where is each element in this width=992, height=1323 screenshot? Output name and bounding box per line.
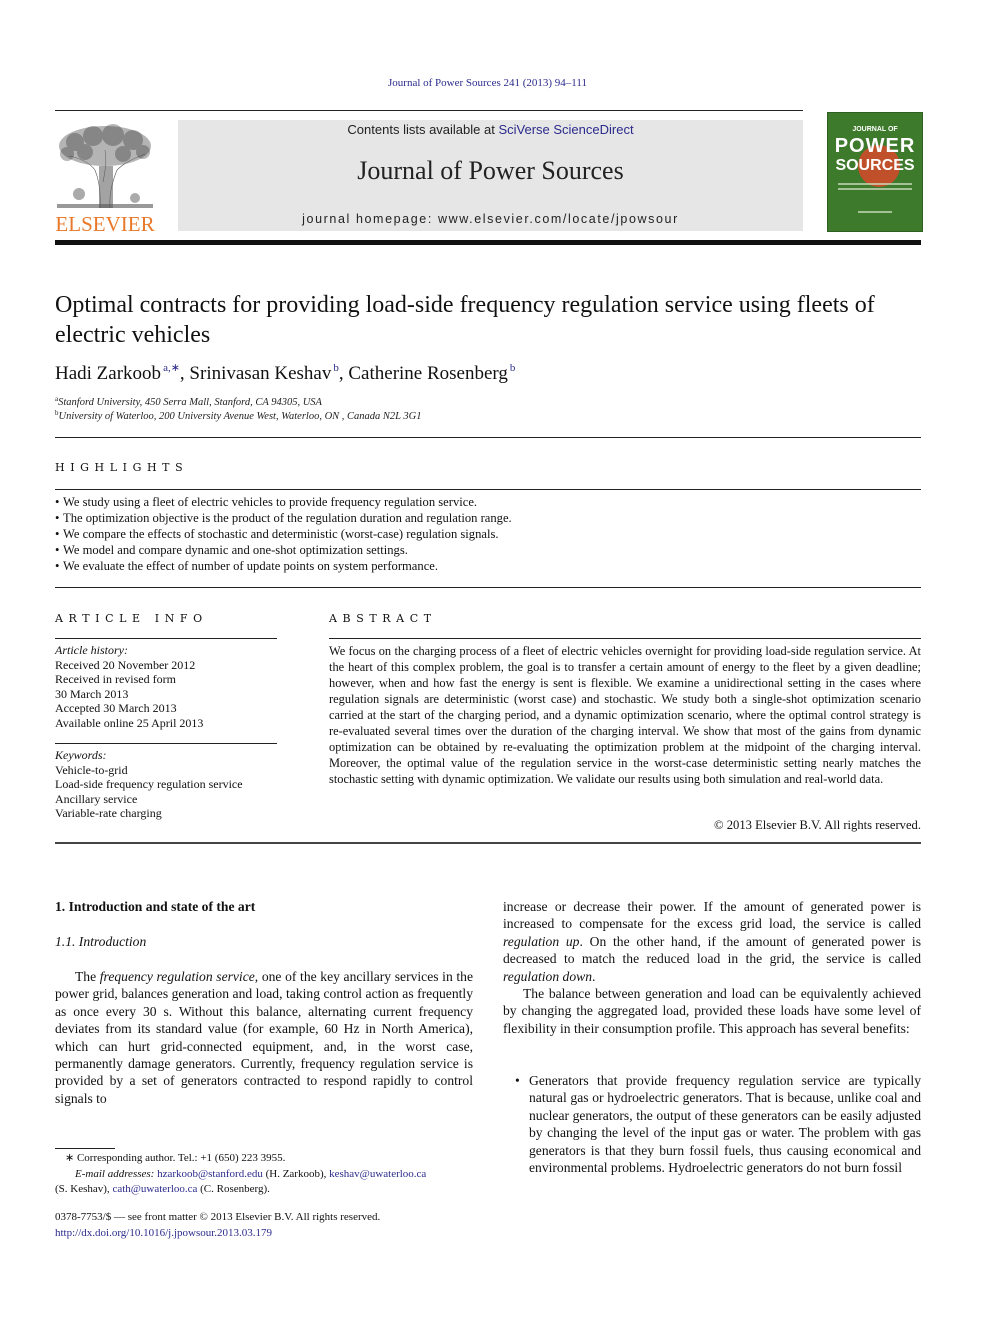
history-entry: Available online 25 April 2013: [55, 715, 204, 730]
highlight-text: We study using a fleet of electric vehic…: [63, 495, 478, 509]
divider: [329, 638, 921, 639]
history-entry: Received in revised form: [55, 672, 176, 686]
cover-editor-line: [858, 211, 892, 213]
header-rule: [55, 110, 803, 111]
subsection-heading: 1.1. Introduction: [55, 934, 147, 949]
elsevier-wordmark: ELSEVIER: [55, 212, 155, 236]
divider: [55, 587, 921, 588]
divider: [55, 437, 921, 438]
highlight-item: • We model and compare dynamic and one-sh…: [55, 543, 408, 557]
emphasis: frequency regulation service: [99, 969, 255, 984]
elsevier-logo: ELSEVIER: [55, 118, 155, 236]
highlight-item: • We evaluate the effect of number of upd…: [55, 559, 439, 573]
text-run: increase or decrease their power. If the…: [503, 899, 921, 932]
highlight-item: • We study using a fleet of electric vehi…: [55, 495, 478, 509]
text-run: , one of the key ancillary services in t…: [55, 969, 473, 1106]
bullet-text: Generators that provide frequency regula…: [529, 1073, 921, 1176]
cover-subtitle-line: [838, 183, 912, 185]
abstract-text: We focus on the charging process of a fl…: [329, 644, 921, 786]
cover-subtitle-line: [838, 188, 912, 190]
keyword: Variable-rate charging: [55, 806, 162, 820]
journal-banner: Contents lists available at SciVerse Sci…: [178, 120, 803, 231]
keyword: Load-side frequency regulation service: [55, 777, 243, 791]
cover-title-line2: POWER: [834, 135, 916, 157]
text-run: .: [592, 968, 596, 984]
abstract-heading: ABSTRACT: [329, 612, 437, 625]
abstract-copyright: © 2013 Elsevier B.V. All rights reserved…: [714, 818, 921, 832]
footnotes: ∗ Corresponding author. Tel.: +1 (650) 2…: [55, 1151, 485, 1198]
author-separator: ,: [338, 363, 349, 384]
email-line: (S. Keshav), cath@uwaterloo.ca (C. Rosen…: [55, 1182, 485, 1198]
bullet-item: • Generators that provide frequency regul…: [503, 1072, 921, 1176]
journal-cover-image: JOURNAL OF POWER SOURCES: [827, 112, 923, 232]
author-affil-mark[interactable]: b: [510, 362, 516, 374]
history-entry: Received 20 November 2012: [55, 657, 196, 672]
email-owner: (H. Zarkoob),: [262, 1167, 330, 1180]
email-label: E-mail addresses:: [75, 1167, 155, 1180]
cover-title-line3: SOURCES: [835, 157, 915, 174]
highlight-text: The optimization objective is the produc…: [63, 511, 512, 525]
keyword: Vehicle-to-grid: [55, 762, 128, 777]
keyword: Ancillary service: [55, 791, 138, 806]
footnote-rule: [55, 1148, 115, 1149]
email-owner: (S. Keshav),: [55, 1183, 113, 1195]
divider: [55, 489, 921, 490]
author-list: Hadi Zarkoob a,∗, Srinivasan Keshav b, Cat…: [55, 361, 515, 385]
divider: [55, 842, 921, 844]
header-thick-rule: [55, 240, 921, 245]
journal-reference-link[interactable]: Journal of Power Sources 241 (2013) 94–1…: [0, 77, 975, 89]
divider: [55, 638, 277, 639]
affiliation: bUniversity of Waterloo, 200 University …: [55, 409, 422, 422]
highlight-item: • The optimization objective is the produ…: [55, 511, 512, 525]
email-owner: (C. Rosenberg).: [197, 1183, 270, 1195]
highlights-heading: HIGHLIGHTS: [55, 461, 189, 474]
article-info-heading: ARTICLE INFO: [55, 612, 208, 625]
affiliation-text: University of Waterloo, 200 University A…: [58, 411, 422, 422]
intro-paragraph: The frequency regulation service, one of…: [55, 968, 473, 1107]
email-link[interactable]: hzarkoob@stanford.edu: [157, 1168, 263, 1180]
keywords: Keywords: Vehicle-to-grid Load-side freq…: [55, 748, 243, 821]
front-matter-text: 0378-7753/$ — see front matter © 2013 El…: [55, 1211, 381, 1223]
elsevier-tree-icon: [57, 124, 153, 209]
author-name[interactable]: Catherine Rosenberg: [348, 363, 508, 384]
email-link[interactable]: cath@uwaterloo.ca: [112, 1183, 197, 1195]
text-run: The: [75, 969, 100, 984]
highlight-text: We model and compare dynamic and one-sho…: [63, 543, 408, 557]
highlights-list: • We study using a fleet of electric vehi…: [55, 494, 921, 574]
article-title: Optimal contracts for providing load-sid…: [55, 292, 875, 348]
journal-name: Journal of Power Sources: [357, 156, 624, 185]
affiliation-text: Stanford University, 450 Serra Mall, Sta…: [58, 397, 322, 408]
author-affil-mark[interactable]: a,∗: [163, 362, 180, 374]
author-name[interactable]: Srinivasan Keshav: [189, 363, 331, 384]
divider: [55, 743, 277, 744]
affiliation: aStanford University, 450 Serra Mall, St…: [55, 395, 322, 408]
corresponding-author-note: ∗ Corresponding author. Tel.: +1 (650) 2…: [65, 1152, 286, 1164]
paragraph: increase or decrease their power. If the…: [503, 898, 921, 985]
history-entry: Accepted 30 March 2013: [55, 701, 177, 715]
article-history: Article history: Received 20 November 20…: [55, 643, 203, 730]
cover-title-line1: JOURNAL OF: [852, 126, 898, 133]
journal-homepage-link[interactable]: journal homepage: www.elsevier.com/locat…: [178, 212, 803, 226]
email-link[interactable]: keshav@uwaterloo.ca: [329, 1168, 426, 1180]
front-matter: 0378-7753/$ — see front matter © 2013 El…: [55, 1210, 555, 1241]
highlight-item: • We compare the effects of stochastic an…: [55, 527, 499, 541]
contents-line: Contents lists available at SciVerse Sci…: [178, 122, 803, 137]
sciencedirect-link[interactable]: SciVerse ScienceDirect: [498, 122, 633, 137]
emphasis: regulation down: [503, 968, 592, 984]
history-entry: 30 March 2013: [55, 686, 129, 701]
bullet-icon: •: [515, 1073, 520, 1088]
contents-prefix: Contents lists available at: [347, 122, 499, 137]
highlight-text: We compare the effects of stochastic and…: [63, 527, 499, 541]
paragraph: The balance between generation and load …: [503, 986, 921, 1036]
email-line: E-mail addresses: hzarkoob@stanford.edu …: [55, 1167, 485, 1183]
highlight-text: We evaluate the effect of number of upda…: [63, 559, 439, 573]
doi-link[interactable]: http://dx.doi.org/10.1016/j.jpowsour.201…: [55, 1227, 272, 1239]
author-name[interactable]: Hadi Zarkoob: [55, 363, 161, 384]
section-heading: 1. Introduction and state of the art: [55, 899, 256, 914]
author-separator: ,: [179, 363, 190, 384]
emphasis: regulation up: [503, 933, 580, 949]
article-history-label: Article history:: [55, 643, 128, 657]
keywords-label: Keywords:: [55, 748, 107, 762]
